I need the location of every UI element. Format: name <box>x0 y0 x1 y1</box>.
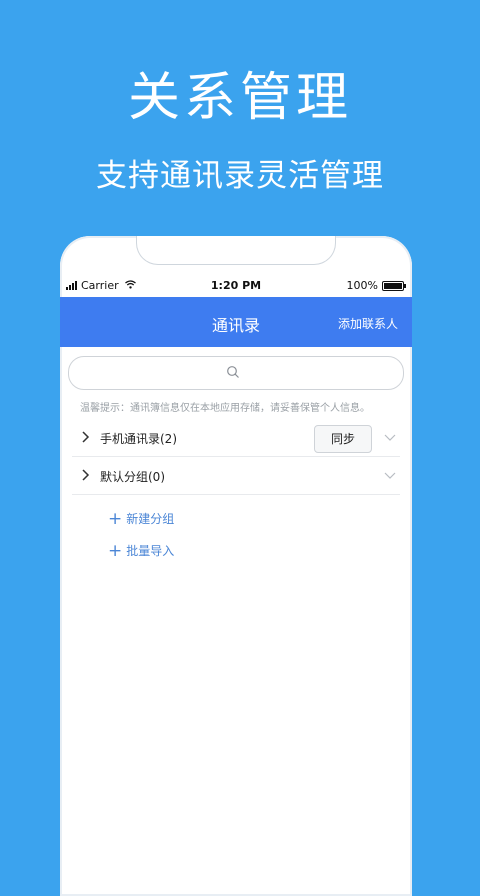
battery-icon <box>382 280 406 291</box>
group-label: 手机通讯录(2) <box>100 432 177 446</box>
group-label: 默认分组(0) <box>100 470 165 484</box>
search-input[interactable] <box>68 356 404 390</box>
new-group-button[interactable]: + 新建分组 <box>108 510 174 527</box>
chevron-down-icon[interactable] <box>384 471 396 481</box>
privacy-tip: 温馨提示：通讯簿信息仅在本地应用存储，请妥善保管个人信息。 <box>80 403 370 414</box>
group-row-phone-contacts[interactable]: 手机通讯录(2) 同步 <box>72 419 400 457</box>
batch-import-button[interactable]: + 批量导入 <box>108 542 174 559</box>
new-group-label: 新建分组 <box>126 512 175 526</box>
group-row-default[interactable]: 默认分组(0) <box>72 457 400 495</box>
batch-import-label: 批量导入 <box>126 544 175 558</box>
phone-frame: Carrier 1:20 PM 100% 通讯录 添加联系人 温馨提示：通讯簿信… <box>60 236 412 896</box>
phone-notch <box>136 236 336 265</box>
search-icon <box>227 366 239 378</box>
plus-icon: + <box>108 540 123 561</box>
chevron-down-icon[interactable] <box>384 433 396 443</box>
chevron-right-icon <box>82 431 90 443</box>
battery-percent: 100% <box>346 279 378 292</box>
hero-title: 关系管理 <box>127 68 352 128</box>
add-contact-button[interactable]: 添加联系人 <box>338 315 398 332</box>
nav-bar: 通讯录 添加联系人 <box>60 297 412 347</box>
status-bar: Carrier 1:20 PM 100% <box>60 276 412 296</box>
hero-subtitle: 支持通讯录灵活管理 <box>96 158 384 194</box>
sync-button[interactable]: 同步 <box>314 425 372 453</box>
plus-icon: + <box>108 508 123 529</box>
chevron-right-icon <box>82 469 90 481</box>
status-right: 100% <box>346 279 406 292</box>
